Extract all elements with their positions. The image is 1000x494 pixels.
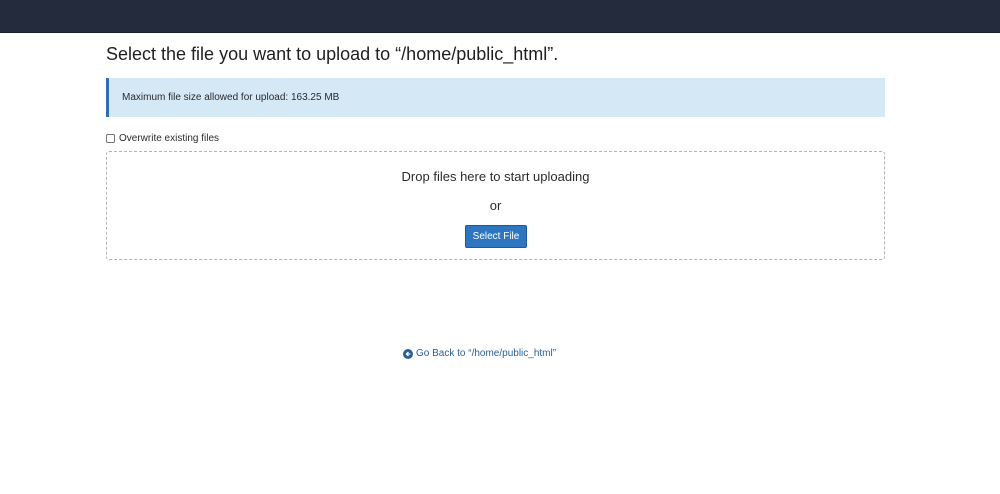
go-back-link[interactable]: Go Back to “/home/public_html” (403, 348, 556, 359)
or-separator-text: or (489, 198, 502, 213)
arrow-circle-left-icon (403, 348, 413, 359)
file-drop-zone[interactable]: Drop files here to start uploading or Se… (106, 151, 885, 260)
go-back-label: Go Back to “/home/public_html” (416, 348, 557, 359)
overwrite-label: Overwrite existing files (119, 132, 220, 144)
max-file-size-alert: Maximum file size allowed for upload: 16… (106, 78, 885, 117)
select-file-button[interactable]: Select File (465, 225, 527, 248)
drop-zone-text: Drop files here to start uploading (401, 169, 590, 184)
overwrite-checkbox[interactable] (106, 133, 115, 143)
page-title: Select the file you want to upload to “/… (106, 44, 559, 64)
top-navigation-bar (0, 0, 1000, 33)
max-file-size-text: Maximum file size allowed for upload: 16… (122, 92, 340, 103)
overwrite-option[interactable]: Overwrite existing files (106, 131, 219, 145)
